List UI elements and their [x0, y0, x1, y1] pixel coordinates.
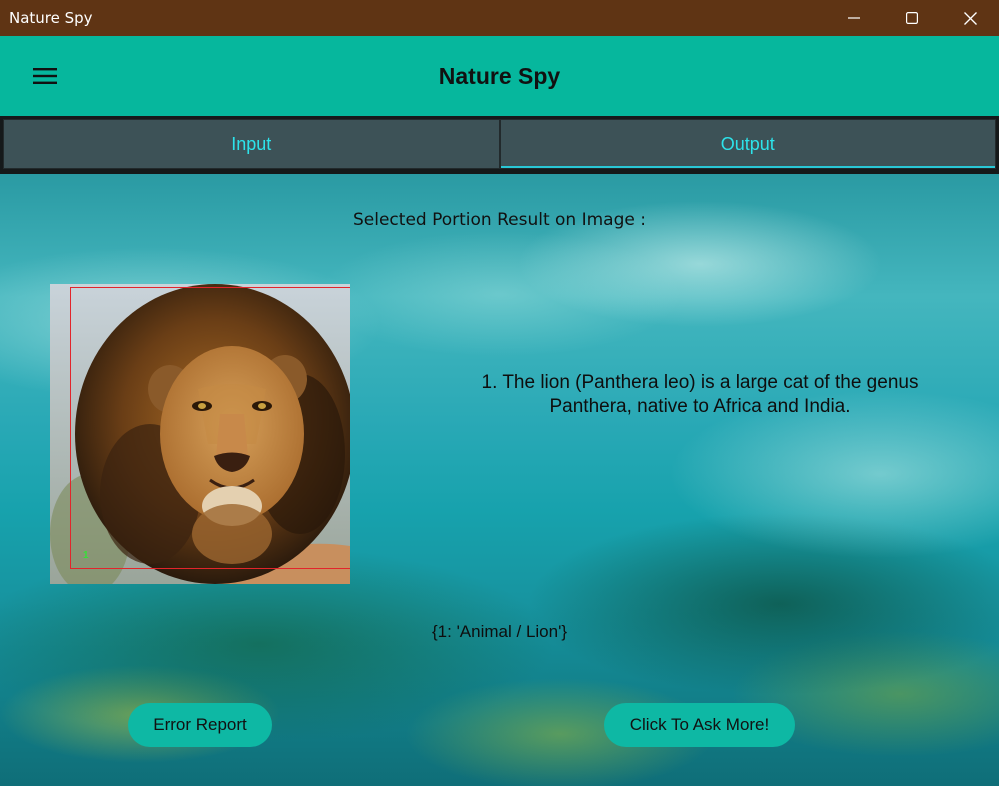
window-title: Nature Spy — [9, 9, 93, 27]
tab-input[interactable]: Input — [3, 119, 500, 169]
detection-box — [70, 287, 350, 569]
ask-more-label: Click To Ask More! — [629, 715, 770, 734]
minimize-icon — [848, 17, 860, 19]
result-description: 1. The lion (Panthera leo) is a large ca… — [481, 372, 919, 417]
tab-bar: Input Output — [0, 116, 999, 174]
menu-button[interactable] — [30, 64, 60, 88]
ask-more-button[interactable]: Click To Ask More! — [604, 703, 795, 747]
tab-output[interactable]: Output — [499, 119, 996, 169]
window-titlebar: Nature Spy — [0, 0, 999, 36]
hamburger-menu-icon — [33, 68, 57, 84]
output-panel: Selected Portion Result on Image : 1 1. … — [0, 174, 999, 786]
maximize-button[interactable] — [883, 0, 941, 36]
detection-label: 1 — [83, 550, 89, 561]
tab-input-label: Input — [231, 133, 272, 154]
close-button[interactable] — [941, 0, 999, 36]
result-heading: Selected Portion Result on Image : — [353, 210, 646, 230]
minimize-button[interactable] — [825, 0, 883, 36]
maximize-icon — [906, 12, 918, 24]
result-image: 1 — [50, 284, 350, 584]
close-icon — [963, 11, 977, 25]
error-report-button[interactable]: Error Report — [128, 703, 272, 747]
app-bar: Nature Spy — [0, 36, 999, 116]
detected-classes: {1: 'Animal / Lion'} — [431, 622, 568, 641]
app-title: Nature Spy — [438, 63, 561, 89]
tab-output-label: Output — [720, 133, 775, 154]
error-report-label: Error Report — [153, 715, 247, 734]
